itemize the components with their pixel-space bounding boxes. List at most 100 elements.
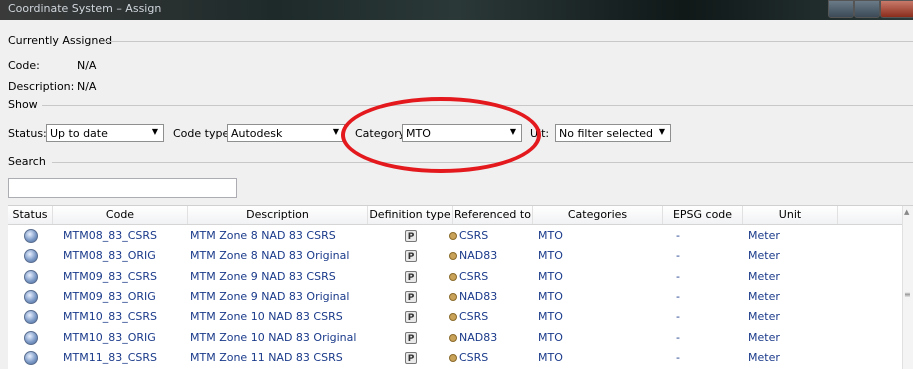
referenced-to-text: NAD83 [459,330,498,344]
column-header-unit[interactable]: Unit [743,206,838,224]
column-header-description[interactable]: Description [188,206,368,224]
code-type-value: Autodesk [231,127,283,140]
column-header-categories[interactable]: Categories [533,206,663,224]
minimize-button[interactable] [828,0,854,18]
scroll-up-arrow-icon[interactable]: ▲ [904,208,909,216]
chevron-down-icon: ▼ [151,127,158,136]
code-cell: MTM08_83_ORIG [63,249,156,263]
close-button[interactable] [880,0,913,18]
column-header-definition-type[interactable]: Definition type [368,206,453,224]
show-section-label: Show [8,98,38,111]
datum-icon [449,292,457,301]
status-globe-icon [24,289,38,304]
referenced-to-cell: NAD83 [449,328,533,348]
epsg-code-cell: - [676,330,680,344]
chevron-down-icon: ▼ [332,127,339,136]
code-cell: MTM08_83_CSRS [63,229,157,242]
description-cell: MTM Zone 10 NAD 83 Original [190,330,357,344]
table-row[interactable]: MTM08_83_CSRS MTM Zone 8 NAD 83 CSRS P CSRS… [8,226,903,246]
unit-filter-dropdown[interactable]: No filter selected ▼ [555,124,671,142]
description-cell: MTM Zone 11 NAD 83 CSRS [190,350,343,364]
unit-cell: Meter [748,350,780,364]
code-type-label: Code type: [173,127,233,140]
status-globe-icon [24,269,38,284]
datum-icon [449,252,457,261]
table-row[interactable]: MTM09_83_CSRS MTM Zone 9 NAD 83 CSRS P CSRS… [8,267,903,287]
table-row[interactable]: MTM10_83_CSRS MTM Zone 10 NAD 83 CSRS P CSR… [8,307,903,327]
highlight-ellipse [341,97,541,173]
epsg-code-cell: - [676,229,680,242]
vertical-scrollbar[interactable]: ▲ ≡ [902,206,913,369]
maximize-button[interactable] [854,0,880,18]
projected-definition-icon: P [405,230,417,242]
window-title: Coordinate System – Assign [8,2,162,15]
projected-definition-icon: P [405,290,417,303]
unit-cell: Meter [748,249,780,263]
datum-icon [449,232,457,240]
table-row[interactable]: MTM11_83_CSRS MTM Zone 11 NAD 83 CSRS P CSR… [8,348,903,368]
status-filter-label: Status: [8,127,47,140]
status-globe-icon [24,310,38,325]
category-cell: MTO [538,289,563,303]
unit-cell: Meter [748,269,780,283]
datum-icon [449,313,457,322]
projected-definition-icon: P [405,250,417,263]
column-header-code[interactable]: Code [53,206,188,224]
referenced-to-text: CSRS [459,229,489,242]
chevron-down-icon: ▼ [658,127,665,136]
category-cell: MTO [538,330,563,344]
category-cell: MTO [538,310,563,324]
code-type-dropdown[interactable]: Autodesk ▼ [227,124,345,142]
currently-assigned-divider [106,41,913,42]
status-globe-icon [24,350,38,365]
epsg-code-cell: - [676,269,680,283]
referenced-to-cell: CSRS [449,226,533,246]
referenced-to-cell: CSRS [449,348,533,368]
unit-cell: Meter [748,330,780,344]
coordinate-systems-table: Status Code Description Definition type … [8,205,913,369]
status-filter-dropdown[interactable]: Up to date ▼ [46,124,164,142]
search-section-label: Search [8,155,46,168]
category-cell: MTO [538,249,563,263]
description-cell: MTM Zone 9 NAD 83 CSRS [190,269,336,283]
epsg-code-cell: - [676,289,680,303]
scroll-grip-icon[interactable]: ≡ [904,290,911,299]
code-cell: MTM10_83_ORIG [63,330,156,344]
description-cell: MTM Zone 9 NAD 83 Original [190,289,350,303]
epsg-code-cell: - [676,249,680,263]
status-globe-icon [24,330,38,345]
epsg-code-cell: - [676,310,680,324]
code-cell: MTM11_83_CSRS [63,350,157,364]
column-header-filler [838,206,903,224]
unit-filter-value: No filter selected [559,127,653,140]
title-bar: Coordinate System – Assign [0,0,913,20]
unit-cell: Meter [748,289,780,303]
code-cell: MTM10_83_CSRS [63,310,157,324]
column-header-epsg-code[interactable]: EPSG code [663,206,743,224]
column-header-status[interactable]: Status [8,206,53,224]
search-input[interactable] [8,178,237,198]
table-row[interactable]: MTM09_83_ORIG MTM Zone 9 NAD 83 Original P… [8,287,903,307]
description-cell: MTM Zone 8 NAD 83 Original [190,249,350,263]
projected-definition-icon: P [405,270,417,283]
column-header-referenced-to[interactable]: Referenced to [453,206,533,224]
datum-icon [449,272,457,281]
description-cell: MTM Zone 10 NAD 83 CSRS [190,310,343,324]
projected-definition-icon: P [405,351,417,364]
status-globe-icon [24,229,38,243]
referenced-to-text: CSRS [459,350,489,364]
table-row[interactable]: MTM08_83_ORIG MTM Zone 8 NAD 83 Original P… [8,246,903,266]
currently-assigned-section-label: Currently Assigned [8,34,113,47]
epsg-code-cell: - [676,350,680,364]
referenced-to-cell: NAD83 [449,287,533,307]
table-row[interactable]: MTM10_83_ORIG MTM Zone 10 NAD 83 Original… [8,328,903,348]
category-cell: MTO [538,350,563,364]
code-label: Code: [8,59,40,72]
referenced-to-text: NAD83 [459,249,498,263]
code-cell: MTM09_83_CSRS [63,269,157,283]
unit-cell: Meter [748,229,780,242]
datum-icon [449,333,457,342]
code-value: N/A [77,59,97,72]
referenced-to-text: CSRS [459,310,489,324]
referenced-to-text: NAD83 [459,289,498,303]
